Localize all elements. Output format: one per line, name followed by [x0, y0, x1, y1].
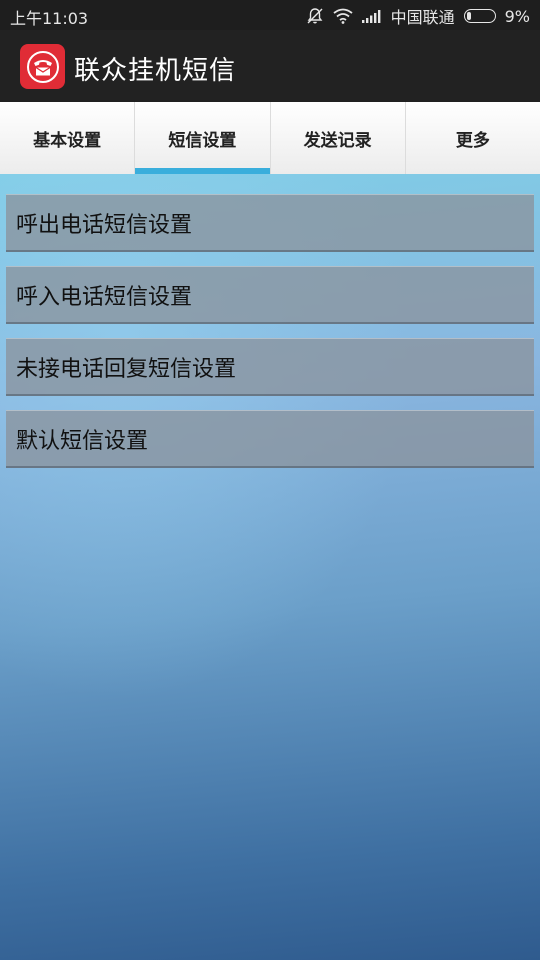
status-icons: 中国联通 9%: [306, 4, 530, 28]
list-item-label: 未接电话回复短信设置: [16, 356, 237, 382]
list-item-label: 默认短信设置: [16, 428, 149, 454]
tab-label: 发送记录: [303, 130, 372, 151]
outgoing-call-sms-settings-item[interactable]: 呼出电话短信设置: [6, 194, 534, 252]
status-bar: 上午11:03 中国联通 9%: [0, 0, 540, 30]
tab-sms-settings[interactable]: 短信设置: [134, 102, 270, 174]
tab-label: 基本设置: [33, 130, 102, 151]
tab-more[interactable]: 更多: [404, 102, 540, 174]
content-area: 呼出电话短信设置 呼入电话短信设置 未接电话回复短信设置 默认短信设置: [0, 174, 540, 960]
tab-label: 短信设置: [168, 130, 237, 151]
battery-percent: 9%: [504, 6, 530, 26]
battery-icon: [463, 9, 496, 23]
battery-level: [466, 12, 471, 20]
list-item-label: 呼出电话短信设置: [16, 212, 193, 238]
sms-settings-list: 呼出电话短信设置 呼入电话短信设置 未接电话回复短信设置 默认短信设置: [6, 194, 534, 482]
tab-bar: 基本设置 短信设置 发送记录 更多: [0, 102, 540, 174]
tab-label: 更多: [455, 130, 490, 151]
carrier-label: 中国联通: [390, 8, 455, 27]
incoming-call-sms-settings-item[interactable]: 呼入电话短信设置: [6, 266, 534, 324]
tab-send-records[interactable]: 发送记录: [269, 102, 405, 174]
missed-call-reply-sms-settings-item[interactable]: 未接电话回复短信设置: [6, 338, 534, 396]
list-item-label: 呼入电话短信设置: [16, 284, 193, 310]
phone-envelope-icon[interactable]: [20, 44, 65, 89]
tab-basic-settings[interactable]: 基本设置: [0, 102, 134, 174]
mute-alarm-icon: [306, 7, 324, 25]
app-bar: 联众挂机短信: [0, 30, 540, 102]
wifi-icon: [333, 8, 353, 24]
status-time: 上午11:03: [10, 9, 89, 28]
default-sms-settings-item[interactable]: 默认短信设置: [6, 410, 534, 468]
signal-icon: [361, 9, 382, 23]
app-title: 联众挂机短信: [74, 56, 237, 86]
